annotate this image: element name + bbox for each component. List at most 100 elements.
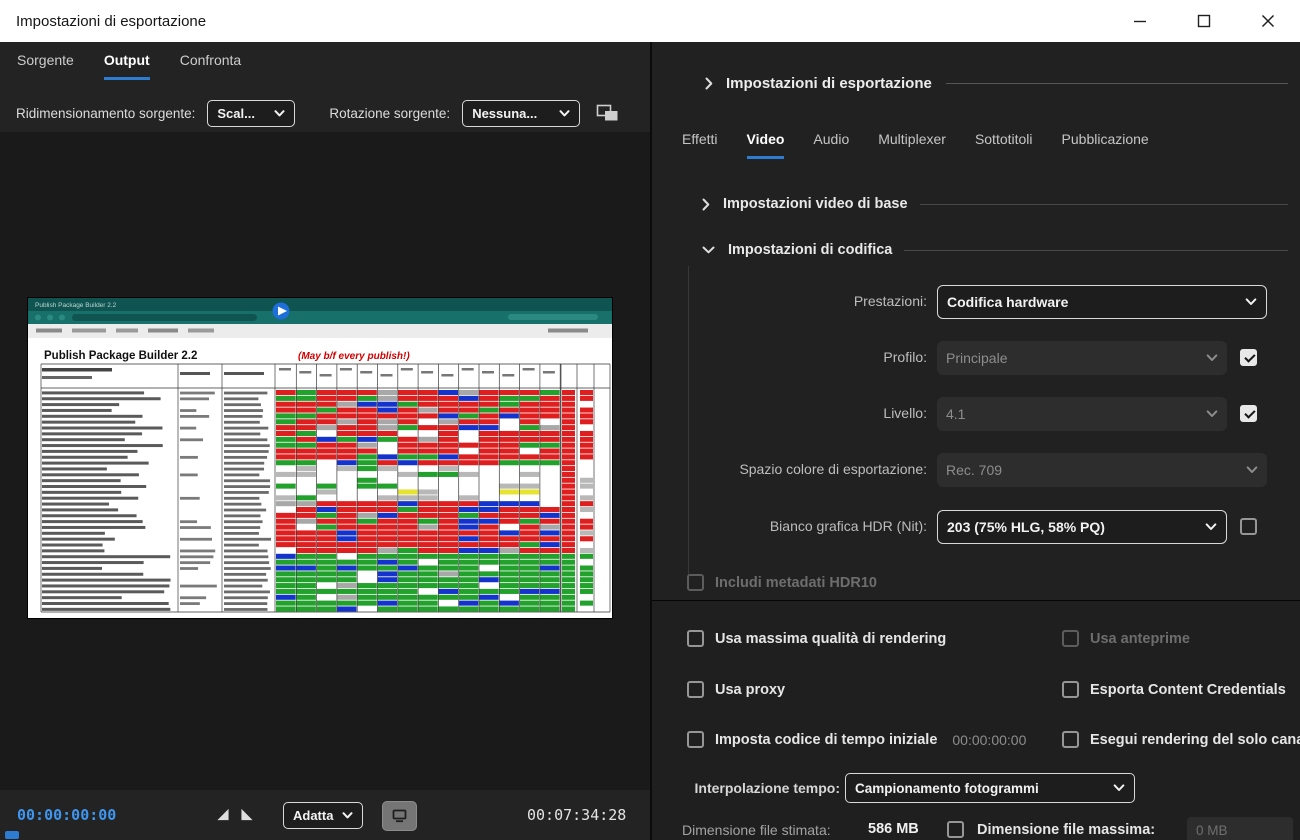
start-timecode-value[interactable]: 00:00:00:00 — [952, 732, 1026, 748]
render-options-section: Usa massima qualità di rendering Usa ant… — [652, 600, 1300, 840]
aspect-ratio-icon — [596, 104, 618, 121]
estimated-size-label: Dimensione file stimata: — [682, 822, 831, 838]
zoom-fit-dropdown[interactable]: Adatta — [283, 802, 363, 829]
option-hdr10-metadata: Includi metadati HDR10 — [687, 574, 877, 591]
browser-nav-icons — [35, 314, 65, 321]
current-timecode[interactable]: 00:00:00:00 — [17, 806, 116, 824]
chevron-down-icon — [1246, 466, 1258, 473]
close-button[interactable] — [1236, 0, 1300, 42]
profile-dropdown[interactable]: Principale — [937, 341, 1227, 375]
field-hdr-white: Bianco grafica HDR (Nit): 203 (75% HLG, … — [652, 510, 1300, 544]
max-quality-label: Usa massima qualità di rendering — [715, 630, 947, 647]
tab-pubblicazione[interactable]: Pubblicazione — [1062, 131, 1149, 159]
duration-timecode: 00:07:34:28 — [527, 806, 627, 824]
option-content-credentials: Esporta Content Credentials — [1062, 681, 1286, 698]
preview-tabs: Sorgente Output Confronta — [17, 42, 241, 80]
start-timecode-label: Imposta codice di tempo iniziale — [715, 731, 938, 748]
profile-checkbox[interactable] — [1240, 349, 1257, 366]
hdr-white-checkbox[interactable] — [1240, 518, 1257, 535]
content-credentials-label: Esporta Content Credentials — [1090, 681, 1286, 698]
interpolation-dropdown[interactable]: Campionamento fotogrammi — [845, 773, 1135, 803]
tab-audio[interactable]: Audio — [813, 131, 849, 159]
export-settings-header-row: Impostazioni di esportazione — [705, 75, 1288, 92]
source-rotation-value: Nessuna... — [472, 105, 538, 121]
option-use-proxy: Usa proxy — [687, 681, 785, 698]
field-performance: Prestazioni: Codifica hardware — [652, 285, 1300, 319]
color-space-value: Rec. 709 — [946, 462, 1003, 478]
performance-label: Prestazioni: — [853, 293, 927, 309]
alpha-only-label: Esegui rendering del solo canale — [1090, 731, 1300, 748]
max-size-label: Dimensione file massima: — [977, 822, 1156, 838]
tab-sottotitoli[interactable]: Sottotitoli — [975, 131, 1033, 159]
export-settings-title: Impostazioni di esportazione — [726, 75, 932, 92]
basic-video-title: Impostazioni video di base — [723, 196, 908, 212]
chevron-down-icon — [342, 812, 353, 819]
performance-value: Codifica hardware — [947, 294, 1069, 310]
tab-multiplexer[interactable]: Multiplexer — [878, 131, 946, 159]
chevron-right-icon[interactable] — [702, 198, 710, 211]
estimated-size-value: 586 MB — [868, 821, 919, 837]
color-space-dropdown[interactable]: Rec. 709 — [937, 453, 1267, 487]
encoding-title: Impostazioni di codifica — [728, 242, 893, 258]
browser-toolbar-badge — [508, 314, 598, 320]
mark-out-icon[interactable] — [240, 808, 254, 821]
maximize-button[interactable] — [1172, 0, 1236, 42]
export-settings-panel: Impostazioni di esportazione Effetti Vid… — [650, 42, 1300, 840]
source-rotation-label: Rotazione sorgente: — [329, 105, 451, 121]
minimize-button[interactable] — [1108, 0, 1172, 42]
use-previews-label: Usa anteprime — [1090, 630, 1190, 647]
profile-value: Principale — [946, 350, 1008, 366]
field-profile: Profilo: Principale — [652, 341, 1300, 375]
hdr-white-dropdown[interactable]: 203 (75% HLG, 58% PQ) — [937, 510, 1227, 544]
hdr-white-label: Bianco grafica HDR (Nit): — [769, 518, 927, 534]
section-divider — [919, 203, 1288, 205]
settings-button[interactable] — [382, 801, 417, 831]
tab-output[interactable]: Output — [103, 52, 150, 80]
hdr10-checkbox[interactable] — [687, 574, 704, 591]
minimize-icon — [1134, 20, 1146, 23]
play-button[interactable] — [272, 302, 290, 320]
transport-bar: 00:00:00:00 Adatta 00:07:34:28 — [0, 790, 650, 840]
address-bar — [72, 314, 257, 321]
level-checkbox[interactable] — [1240, 405, 1257, 422]
use-previews-checkbox[interactable] — [1062, 630, 1079, 647]
preview-area: Publish Package Builder 2.2 Publish Pack… — [0, 132, 650, 790]
window-controls — [1108, 0, 1300, 42]
mark-in-icon[interactable] — [216, 808, 230, 821]
use-proxy-checkbox[interactable] — [687, 681, 704, 698]
chevron-down-icon — [274, 109, 285, 116]
chevron-right-icon[interactable] — [705, 77, 713, 90]
section-encoding: Impostazioni di codifica — [702, 238, 1288, 262]
interpolation-value: Campionamento fotogrammi — [855, 780, 1039, 796]
preview-screenshot: Publish Package Builder 2.2 Publish Pack… — [28, 298, 612, 618]
preview-annotation: (May b/f every publish!) — [298, 351, 410, 362]
source-rotation-dropdown[interactable]: Nessuna... — [462, 99, 581, 127]
start-timecode-checkbox[interactable] — [687, 731, 704, 748]
level-dropdown[interactable]: 4.1 — [937, 397, 1227, 431]
max-size-input[interactable]: 0 MB — [1187, 817, 1293, 840]
option-alpha-only: Esegui rendering del solo canale — [1062, 731, 1300, 748]
source-scaling-value: Scal... — [217, 105, 255, 121]
source-scaling-dropdown[interactable]: Scal... — [207, 99, 296, 127]
tab-effetti[interactable]: Effetti — [682, 131, 718, 159]
level-label: Livello: — [883, 405, 927, 421]
max-size-checkbox[interactable] — [947, 821, 964, 838]
option-max-quality: Usa massima qualità di rendering — [687, 630, 946, 647]
titlebar: Impostazioni di esportazione — [0, 0, 1300, 42]
chevron-down-icon[interactable] — [702, 246, 715, 254]
preview-scrollbar-thumb[interactable] — [5, 831, 19, 839]
header-divider — [945, 83, 1288, 84]
preview-image: Publish Package Builder 2.2 Publish Pack… — [28, 298, 612, 618]
chevron-down-icon — [1206, 354, 1218, 361]
content-credentials-checkbox[interactable] — [1062, 681, 1079, 698]
alpha-only-checkbox[interactable] — [1062, 731, 1079, 748]
output-controls-row: Ridimensionamento sorgente: Scal... Rota… — [16, 98, 619, 128]
section-divider — [904, 249, 1288, 251]
tab-sorgente[interactable]: Sorgente — [17, 52, 74, 80]
tab-video[interactable]: Video — [746, 131, 785, 159]
aspect-ratio-button[interactable] — [596, 104, 619, 122]
performance-dropdown[interactable]: Codifica hardware — [937, 285, 1267, 319]
use-proxy-label: Usa proxy — [715, 681, 786, 698]
max-quality-checkbox[interactable] — [687, 630, 704, 647]
tab-confronta[interactable]: Confronta — [180, 52, 241, 80]
